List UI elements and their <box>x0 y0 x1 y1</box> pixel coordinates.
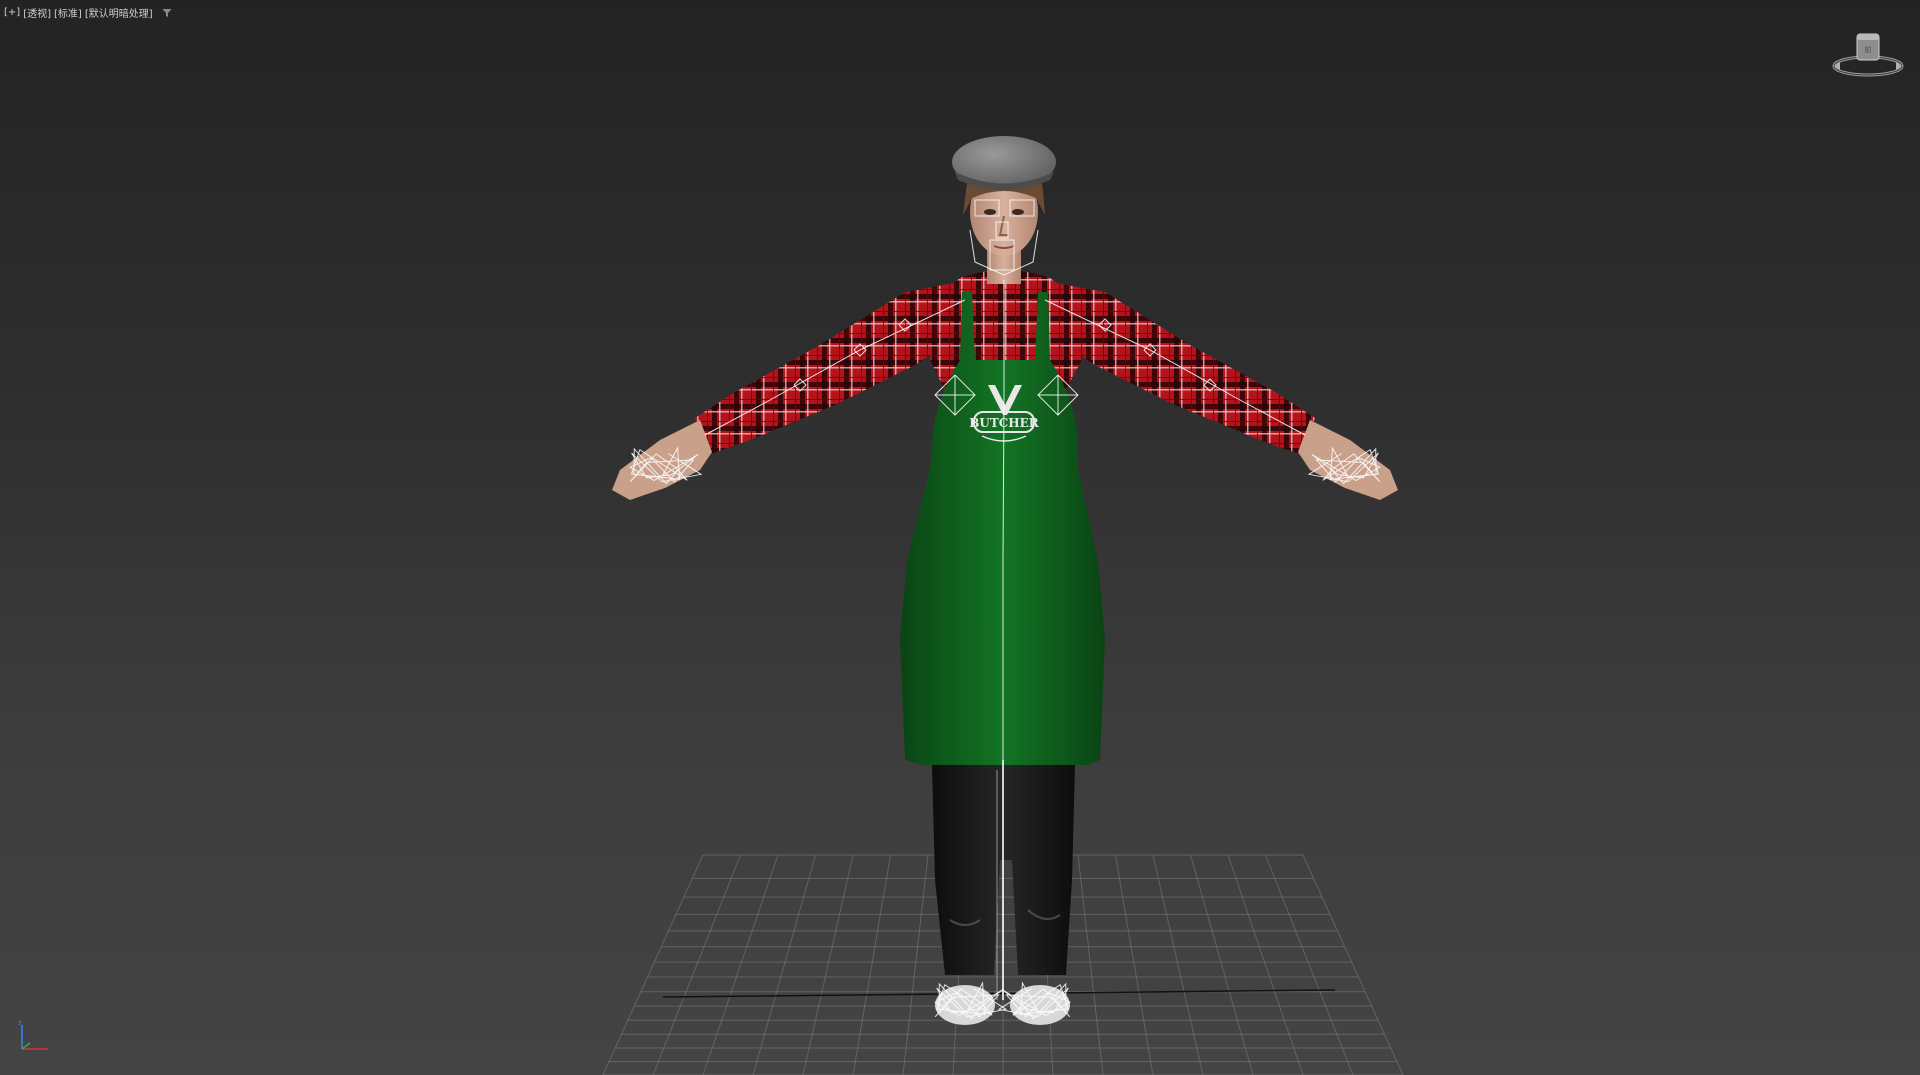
perspective-viewport[interactable]: [+] [透视] [标准] [默认明暗处理] 前 BUTCHER z <box>0 0 1920 1075</box>
right-hand <box>1298 420 1398 500</box>
left-hand <box>612 420 712 500</box>
left-shoe <box>935 985 995 1025</box>
right-shoe <box>1010 985 1070 1025</box>
scene-canvas[interactable]: BUTCHER <box>0 0 1920 1075</box>
axis-tripod-icon: z <box>18 1019 48 1050</box>
svg-text:z: z <box>18 1019 22 1027</box>
apron-logo-text: BUTCHER <box>969 416 1040 430</box>
